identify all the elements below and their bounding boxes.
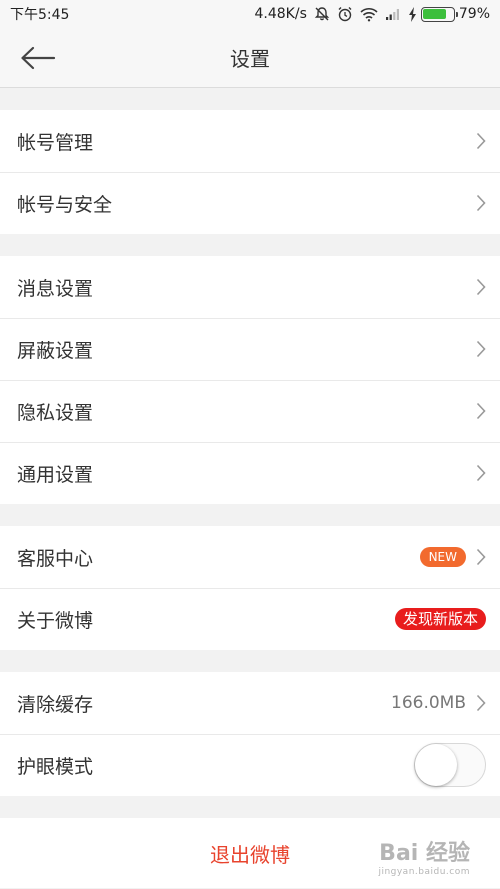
clear-cache-item[interactable]: 清除缓存 166.0MB [0,672,500,734]
battery-percent: 79% [458,6,490,22]
chevron-right-icon [476,278,486,296]
item-label: 客服中心 [17,547,94,570]
network-speed: 4.48K/s [254,6,307,22]
eye-protection-item: 护眼模式 [0,734,500,796]
chevron-right-icon [476,694,486,712]
watermark-sub: jingyan.baidu.com [378,867,470,877]
chevron-right-icon [476,464,486,482]
new-badge: NEW [419,547,466,567]
block-settings-item[interactable]: 屏蔽设置 [0,318,500,380]
new-version-badge: 发现新版本 [394,608,486,630]
message-settings-item[interactable]: 消息设置 [0,256,500,318]
cache-size: 166.0MB [391,693,466,713]
item-label: 清除缓存 [17,693,94,716]
item-label: 通用设置 [17,463,94,486]
battery-icon [420,6,458,22]
back-button[interactable] [18,42,58,74]
general-settings-item[interactable]: 通用设置 [0,442,500,504]
signal-icon [385,7,401,21]
eye-protection-toggle[interactable] [414,743,486,787]
wifi-icon [360,7,378,22]
account-security-item[interactable]: 帐号与安全 [0,172,500,234]
settings-group-preferences: 消息设置 屏蔽设置 隐私设置 通用设置 [0,256,500,504]
item-label: 关于微博 [17,609,94,632]
about-weibo-item[interactable]: 关于微博 发现新版本 [0,588,500,650]
toggle-knob [415,744,457,786]
item-label: 消息设置 [17,277,94,300]
chevron-right-icon [476,132,486,150]
customer-service-item[interactable]: 客服中心 NEW [0,526,500,588]
page-title: 设置 [230,47,270,71]
alarm-icon [337,6,353,22]
chevron-right-icon [476,194,486,212]
account-management-item[interactable]: 帐号管理 [0,110,500,172]
item-label: 帐号与安全 [17,193,113,216]
item-label: 屏蔽设置 [17,339,94,362]
chevron-right-icon [476,340,486,358]
chevron-right-icon [476,402,486,420]
baidu-watermark: Bai 经验 jingyan.baidu.com [378,835,470,877]
settings-group-account: 帐号管理 帐号与安全 [0,110,500,234]
charging-icon [408,6,416,22]
settings-group-support: 客服中心 NEW 关于微博 发现新版本 [0,526,500,650]
watermark-text: Bai 经验 [379,841,470,866]
item-label: 护眼模式 [17,755,94,778]
battery-indicator: 79% [408,6,490,22]
privacy-settings-item[interactable]: 隐私设置 [0,380,500,442]
logout-label: 退出微博 [210,842,290,867]
status-time: 下午5:45 [10,7,70,23]
chevron-right-icon [476,548,486,566]
mute-bell-icon [314,6,330,22]
status-bar: 下午5:45 4.48K/s 79% [0,0,500,28]
item-label: 帐号管理 [17,131,94,154]
item-label: 隐私设置 [17,401,94,424]
back-arrow-icon [21,46,56,70]
settings-group-storage: 清除缓存 166.0MB 护眼模式 [0,672,500,796]
status-icons: 4.48K/s 79% [255,6,491,22]
header: 设置 [0,28,500,88]
